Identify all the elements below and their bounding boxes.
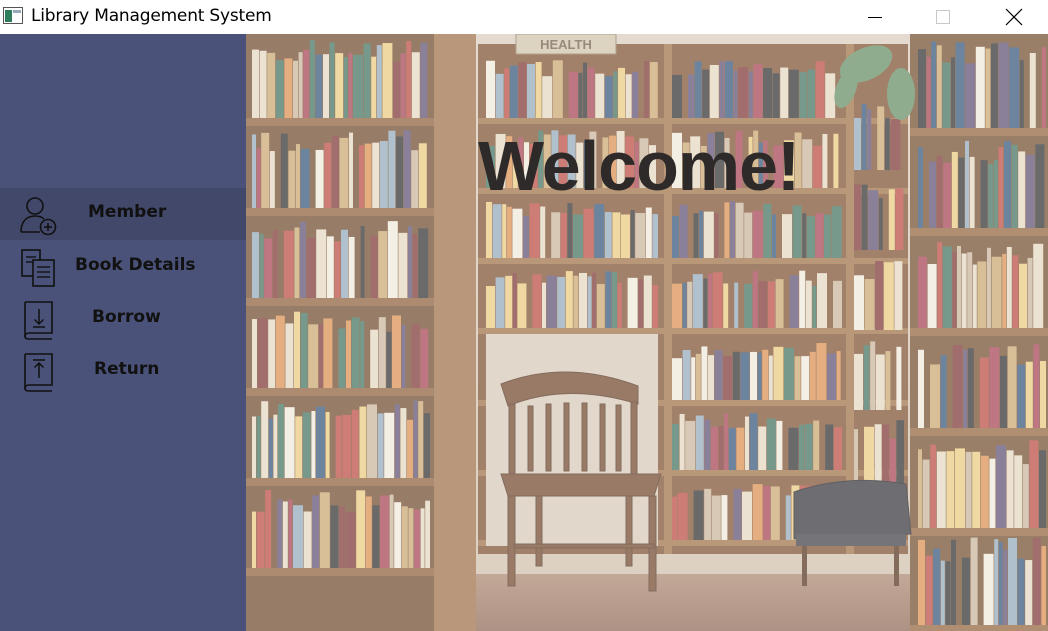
sidebar-item-label: Member [88,202,167,222]
sidebar-item-label: Borrow [92,307,161,327]
title-bar: Library Management System [0,0,1048,34]
library-background-image: HEALTH Welcome! [246,34,1048,631]
window-title: Library Management System [31,6,272,26]
borrow-book-icon [24,301,53,340]
sidebar-item-label: Return [94,359,160,379]
sidebar-item-borrow[interactable]: Borrow [0,293,246,345]
maximize-button[interactable] [920,0,966,34]
sidebar-item-book-details[interactable]: Book Details [0,241,246,293]
add-member-icon [20,197,57,236]
minimize-button[interactable] [852,0,898,34]
sidebar-item-label: Book Details [75,255,196,275]
sidebar: Member Book Details Borrow Return [0,34,246,631]
welcome-heading: Welcome! [478,127,800,205]
book-details-icon [21,249,55,287]
return-book-icon [24,353,53,392]
app-icon [3,7,23,24]
close-button[interactable] [991,0,1037,34]
minimize-icon [868,17,882,18]
close-icon [1005,8,1023,26]
maximize-icon [936,10,950,24]
sidebar-item-return[interactable]: Return [0,345,246,397]
sidebar-item-member[interactable]: Member [0,188,246,240]
